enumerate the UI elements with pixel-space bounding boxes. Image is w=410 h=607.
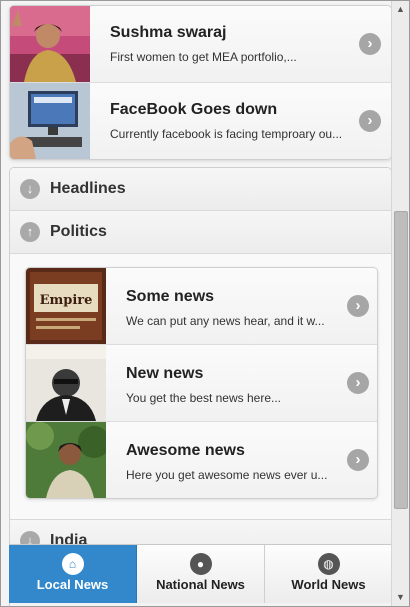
list-item[interactable]: Empire Some news We can put any news hea…: [26, 268, 377, 345]
thumbnail-facebook: [10, 83, 90, 159]
item-title: Awesome news: [126, 442, 245, 459]
section-label: Politics: [50, 223, 107, 240]
collapsible-set: ↓ Headlines ↑ Politics Empire Some news …: [9, 167, 392, 606]
thumbnail-book-empire: Empire: [26, 268, 106, 344]
politics-content: Empire Some news We can put any news hea…: [10, 254, 391, 520]
tab-label: National News: [156, 577, 245, 592]
scroll-up-icon[interactable]: ▲: [392, 1, 409, 18]
app-frame: Sushma swaraj First women to get MEA por…: [0, 0, 410, 607]
thumbnail-sushma: [10, 6, 90, 82]
book-cover-title: Empire: [40, 293, 93, 308]
item-title: FaceBook Goes down: [110, 101, 278, 118]
item-subtitle: First women to get MEA portfolio,...: [110, 50, 297, 64]
item-subtitle: You get the best news here...: [126, 391, 281, 405]
group-icon: ●: [189, 553, 212, 575]
arrow-down-icon: ↓: [20, 179, 40, 199]
chevron-right-icon[interactable]: ›: [359, 33, 381, 55]
tab-national-news[interactable]: ● National News: [137, 545, 265, 603]
tab-local-news[interactable]: ⌂ Local News: [9, 545, 137, 603]
item-subtitle: We can put any news hear, and it w...: [126, 314, 325, 328]
thumbnail-woman-outdoors: [26, 422, 106, 498]
item-subtitle: Currently facebook is facing temproary o…: [110, 127, 343, 141]
section-politics[interactable]: ↑ Politics: [10, 211, 391, 254]
item-title: Sushma swaraj: [110, 24, 227, 41]
politics-news-list: Empire Some news We can put any news hea…: [25, 267, 378, 499]
list-item[interactable]: Sushma swaraj First women to get MEA por…: [10, 6, 391, 83]
list-item[interactable]: Awesome news Here you get awesome news e…: [26, 422, 377, 498]
chevron-right-icon[interactable]: ›: [359, 110, 381, 132]
thumbnail-portrait: [26, 345, 106, 421]
chevron-right-icon[interactable]: ›: [347, 372, 369, 394]
home-icon: ⌂: [61, 553, 84, 575]
arrow-up-icon: ↑: [20, 222, 40, 242]
bottom-navbar: ⌂ Local News ● National News ◍ World New…: [9, 544, 392, 603]
chevron-right-icon[interactable]: ›: [347, 449, 369, 471]
tab-label: World News: [291, 577, 366, 592]
item-title: Some news: [126, 288, 215, 305]
list-item[interactable]: FaceBook Goes down Currently facebook is…: [10, 83, 391, 159]
vertical-scrollbar[interactable]: ▲ ▼: [391, 1, 409, 606]
globe-icon: ◍: [317, 553, 340, 575]
tab-label: Local News: [36, 577, 109, 592]
top-news-list: Sushma swaraj First women to get MEA por…: [9, 5, 392, 160]
list-item[interactable]: New news You get the best news here... ›: [26, 345, 377, 422]
scroll-thumb[interactable]: [394, 211, 408, 509]
item-title: New news: [126, 365, 204, 382]
chevron-right-icon[interactable]: ›: [347, 295, 369, 317]
item-subtitle: Here you get awesome news ever u...: [126, 468, 328, 482]
scroll-content: Sushma swaraj First women to get MEA por…: [1, 1, 392, 606]
scroll-down-icon[interactable]: ▼: [392, 589, 409, 606]
section-label: Headlines: [50, 180, 126, 197]
section-headlines[interactable]: ↓ Headlines: [10, 168, 391, 211]
tab-world-news[interactable]: ◍ World News: [265, 545, 392, 603]
